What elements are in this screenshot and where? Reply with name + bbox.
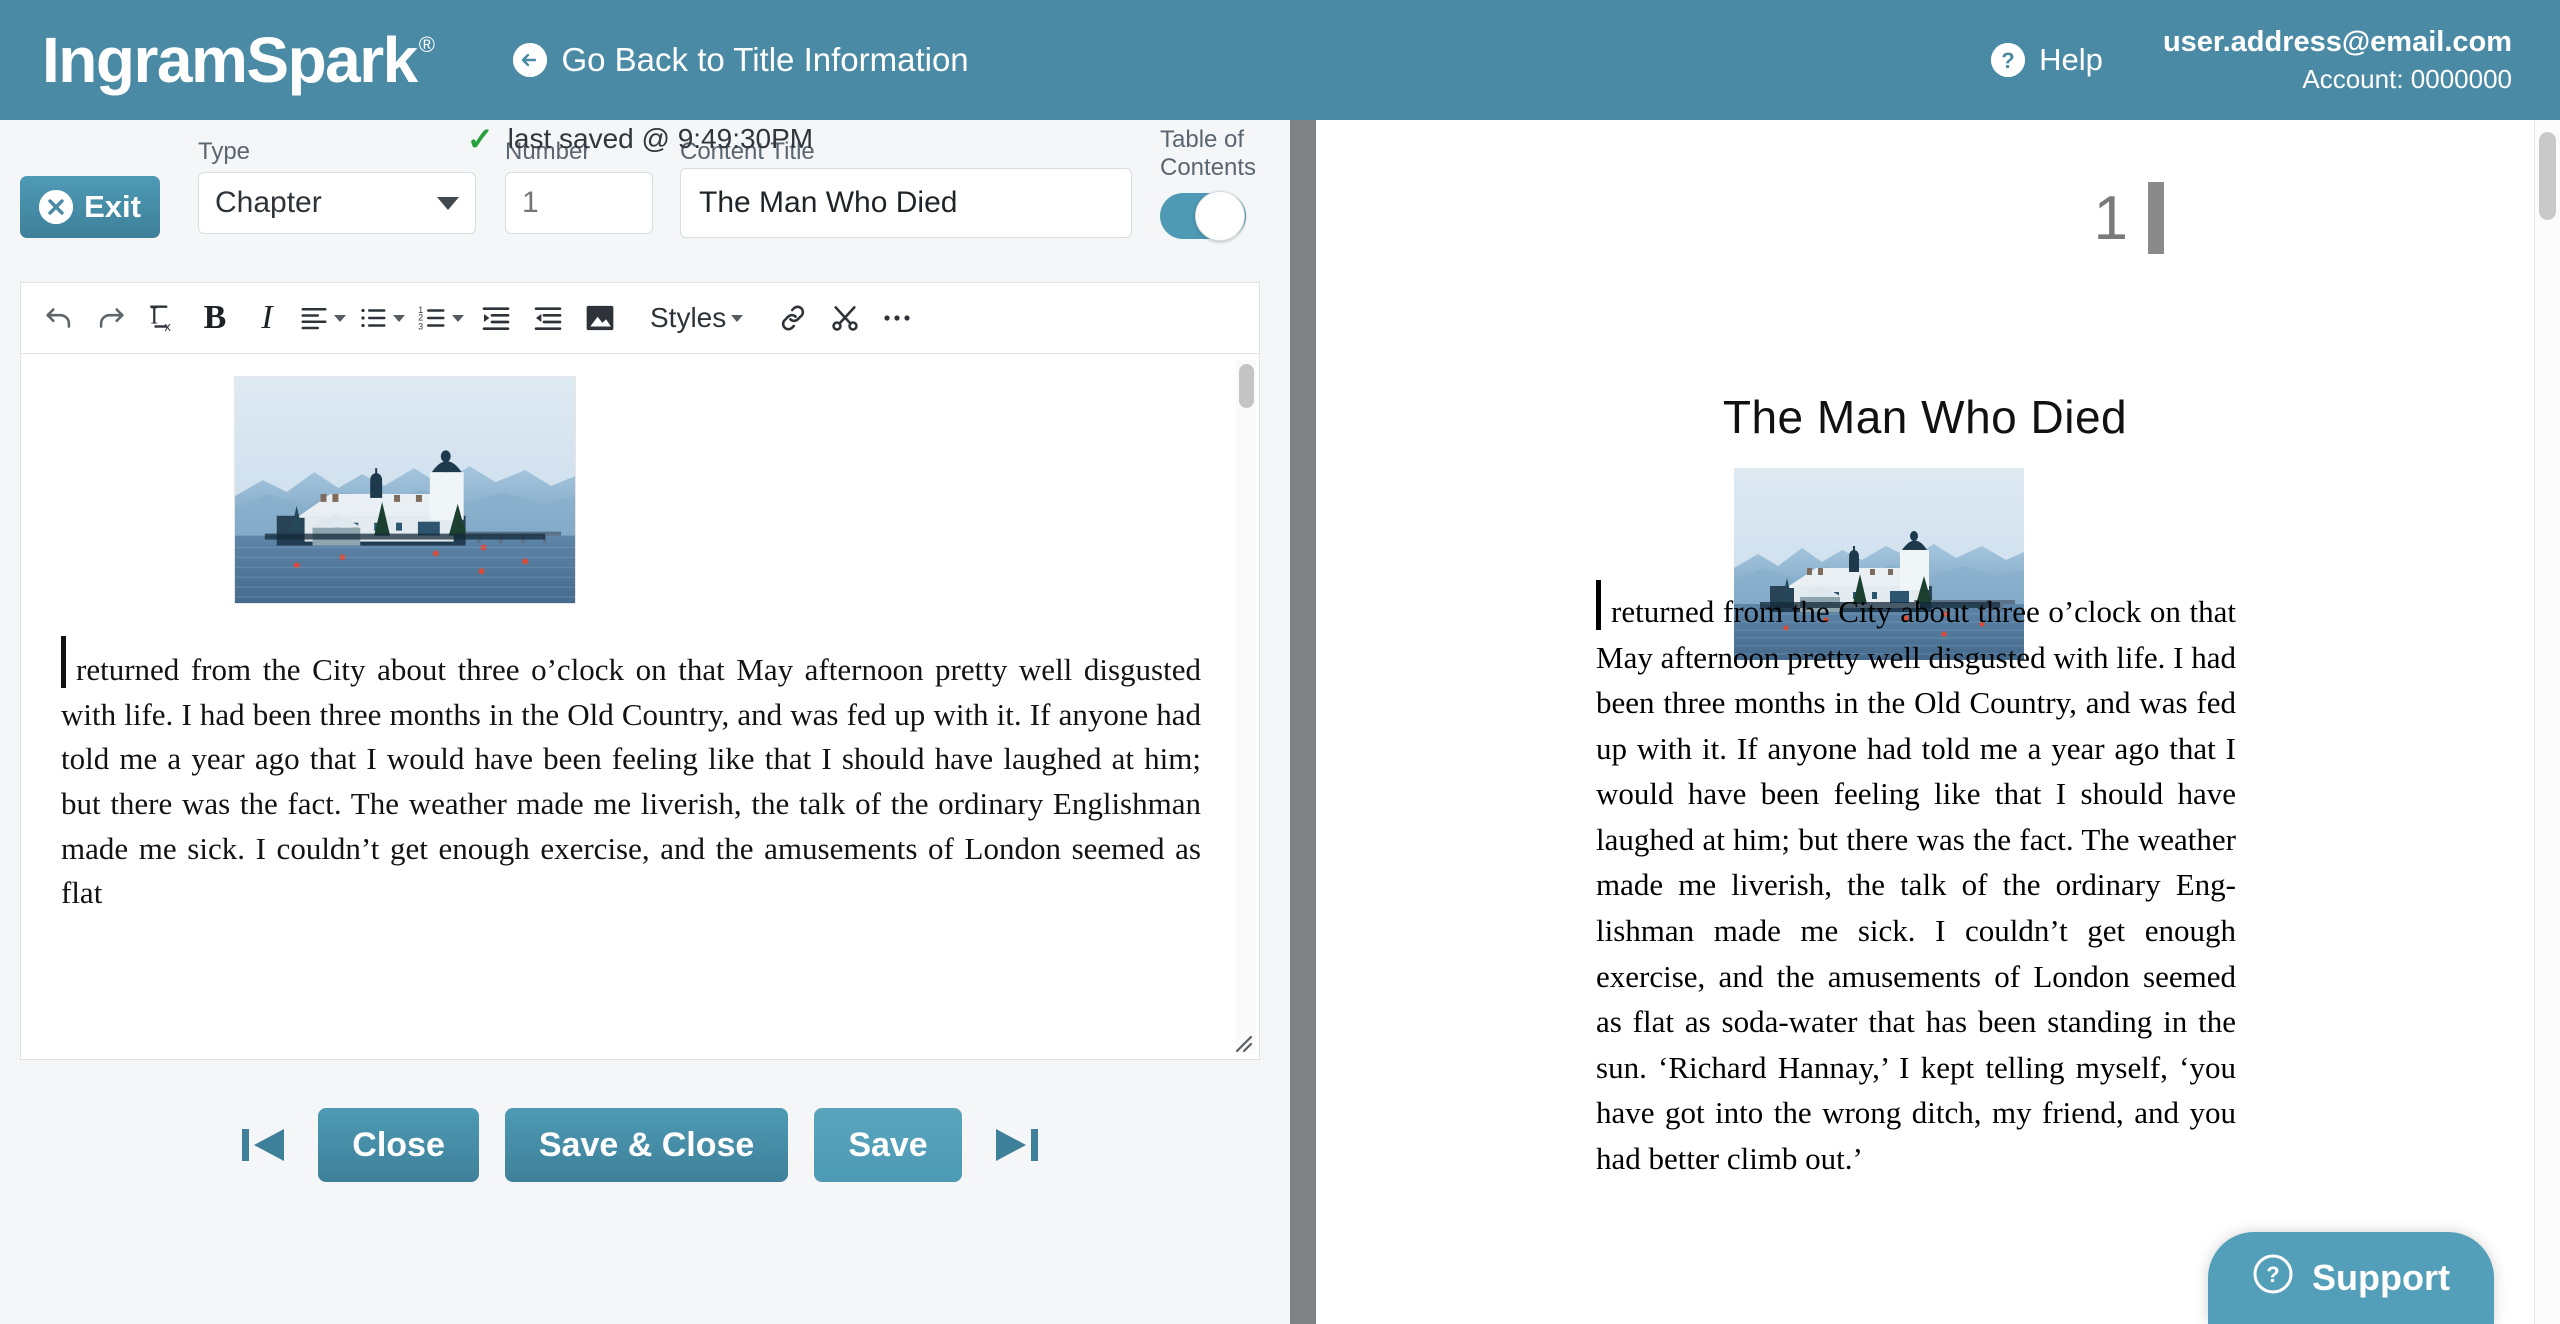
- arrow-left-circle-icon: [513, 43, 548, 77]
- chevron-down-icon: [452, 314, 464, 322]
- chevron-down-icon: [731, 314, 744, 322]
- go-back-to-title-information-link[interactable]: Go Back to Title Information: [513, 41, 969, 79]
- svg-text:?: ?: [2001, 48, 2014, 73]
- link-icon[interactable]: [767, 288, 819, 348]
- bold-icon[interactable]: B: [189, 288, 241, 348]
- chevron-down-icon: [393, 314, 405, 322]
- preview-page-folio: 1: [2094, 182, 2164, 254]
- styles-label: Styles: [650, 302, 727, 333]
- question-circle-icon: ?: [1991, 42, 2026, 77]
- toc-label-line2: Contents: [1160, 154, 1257, 182]
- support-button[interactable]: ? Support: [2208, 1232, 2494, 1324]
- drop-cap-rule: [1596, 580, 1601, 630]
- page-scrollbar[interactable]: [2534, 120, 2560, 1324]
- chevron-down-icon: [334, 314, 346, 322]
- editor-scrollbar-thumb[interactable]: [1239, 364, 1254, 408]
- exit-label: Exit: [84, 189, 141, 224]
- editor-inline-image[interactable]: [234, 376, 576, 604]
- help-button[interactable]: ? Help: [1991, 42, 2103, 78]
- folio-rule: [2148, 182, 2164, 254]
- last-saved-text: last saved @ 9:49:30PM: [507, 123, 814, 154]
- logo-text: IngramSpark: [42, 24, 418, 96]
- logo-registered-mark: ®: [418, 32, 435, 57]
- support-label: Support: [2312, 1257, 2450, 1298]
- preview-chapter-title: The Man Who Died: [1722, 391, 2128, 443]
- question-circle-icon: ?: [2252, 1253, 2294, 1304]
- type-select-value: Chapter: [215, 186, 322, 219]
- app-header: IngramSpark® Go Back to Title Informatio…: [0, 0, 2560, 120]
- save-button[interactable]: Save: [814, 1108, 962, 1182]
- editor-scrollbar[interactable]: [1236, 360, 1256, 1054]
- go-back-label: Go Back to Title Information: [561, 41, 969, 78]
- numbered-list-icon[interactable]: 1 2 3: [411, 288, 470, 348]
- svg-text:?: ?: [2266, 1262, 2279, 1287]
- preview-page-number: 1: [2093, 183, 2128, 253]
- type-select[interactable]: Chapter: [198, 172, 476, 234]
- number-input[interactable]: [505, 172, 653, 234]
- preview-body-text: returned from the City about three o’clo…: [1596, 580, 2236, 1181]
- indent-decrease-icon[interactable]: [522, 288, 574, 348]
- preview-pane: 1 The Man Who Died returned from the Cit…: [1316, 120, 2534, 1324]
- preview-body-paragraph: returned from the City about three o’clo…: [1596, 594, 2236, 1176]
- image-icon[interactable]: [574, 288, 626, 348]
- scissors-icon[interactable]: [819, 288, 871, 348]
- exit-button[interactable]: Exit: [20, 176, 160, 238]
- editor-toolbar: I x B I 1 2 3 Styles: [20, 282, 1260, 354]
- drop-cap-rule: [61, 636, 66, 688]
- pane-divider[interactable]: [1290, 120, 1316, 1324]
- chevron-down-icon: [437, 196, 459, 210]
- align-icon[interactable]: [293, 288, 352, 348]
- account-info[interactable]: user.address@email.com Account: 0000000: [2163, 23, 2512, 97]
- svg-text:3: 3: [418, 321, 423, 331]
- help-label: Help: [2039, 41, 2103, 77]
- remove-format-icon[interactable]: I x: [137, 288, 189, 348]
- resize-handle-icon[interactable]: [1227, 1027, 1253, 1053]
- editor-action-bar: Close Save & Close Save: [20, 1090, 1260, 1200]
- editor-body-text[interactable]: returned from the City about three o’clo…: [61, 636, 1201, 916]
- check-icon: ✓: [466, 121, 494, 157]
- styles-menu[interactable]: Styles: [644, 288, 749, 348]
- content-title-input[interactable]: [680, 168, 1132, 238]
- toggle-knob: [1195, 190, 1245, 241]
- editor-content-area[interactable]: returned from the City about three o’clo…: [20, 354, 1260, 1060]
- page-scrollbar-thumb[interactable]: [2539, 132, 2556, 220]
- editor-body-paragraph: returned from the City about three o’clo…: [61, 652, 1201, 911]
- account-email: user.address@email.com: [2162, 25, 2512, 58]
- bullet-list-icon[interactable]: [352, 288, 411, 348]
- skip-previous-icon[interactable]: [236, 1120, 292, 1170]
- editor-pane: Exit Type Chapter Number Content Title T…: [0, 120, 1290, 1324]
- ingramspark-logo: IngramSpark®: [42, 28, 435, 92]
- redo-icon[interactable]: [85, 288, 137, 348]
- undo-icon[interactable]: [33, 288, 85, 348]
- more-options-icon[interactable]: [871, 288, 923, 348]
- close-button[interactable]: Close: [318, 1108, 479, 1182]
- save-and-close-button[interactable]: Save & Close: [504, 1108, 789, 1182]
- indent-increase-icon[interactable]: [470, 288, 522, 348]
- skip-next-icon[interactable]: [988, 1120, 1044, 1170]
- svg-text:x: x: [164, 319, 171, 334]
- preview-page: 1 The Man Who Died returned from the Cit…: [1316, 120, 2534, 1324]
- table-of-contents-toggle[interactable]: [1160, 190, 1246, 241]
- italic-icon[interactable]: I: [241, 288, 293, 348]
- account-number: Account: 0000000: [2302, 64, 2512, 95]
- header-right-group: ? Help user.address@email.com Account: 0…: [1991, 23, 2512, 97]
- x-circle-icon: [39, 190, 74, 224]
- last-saved-status: ✓ last saved @ 9:49:30PM: [20, 120, 1260, 158]
